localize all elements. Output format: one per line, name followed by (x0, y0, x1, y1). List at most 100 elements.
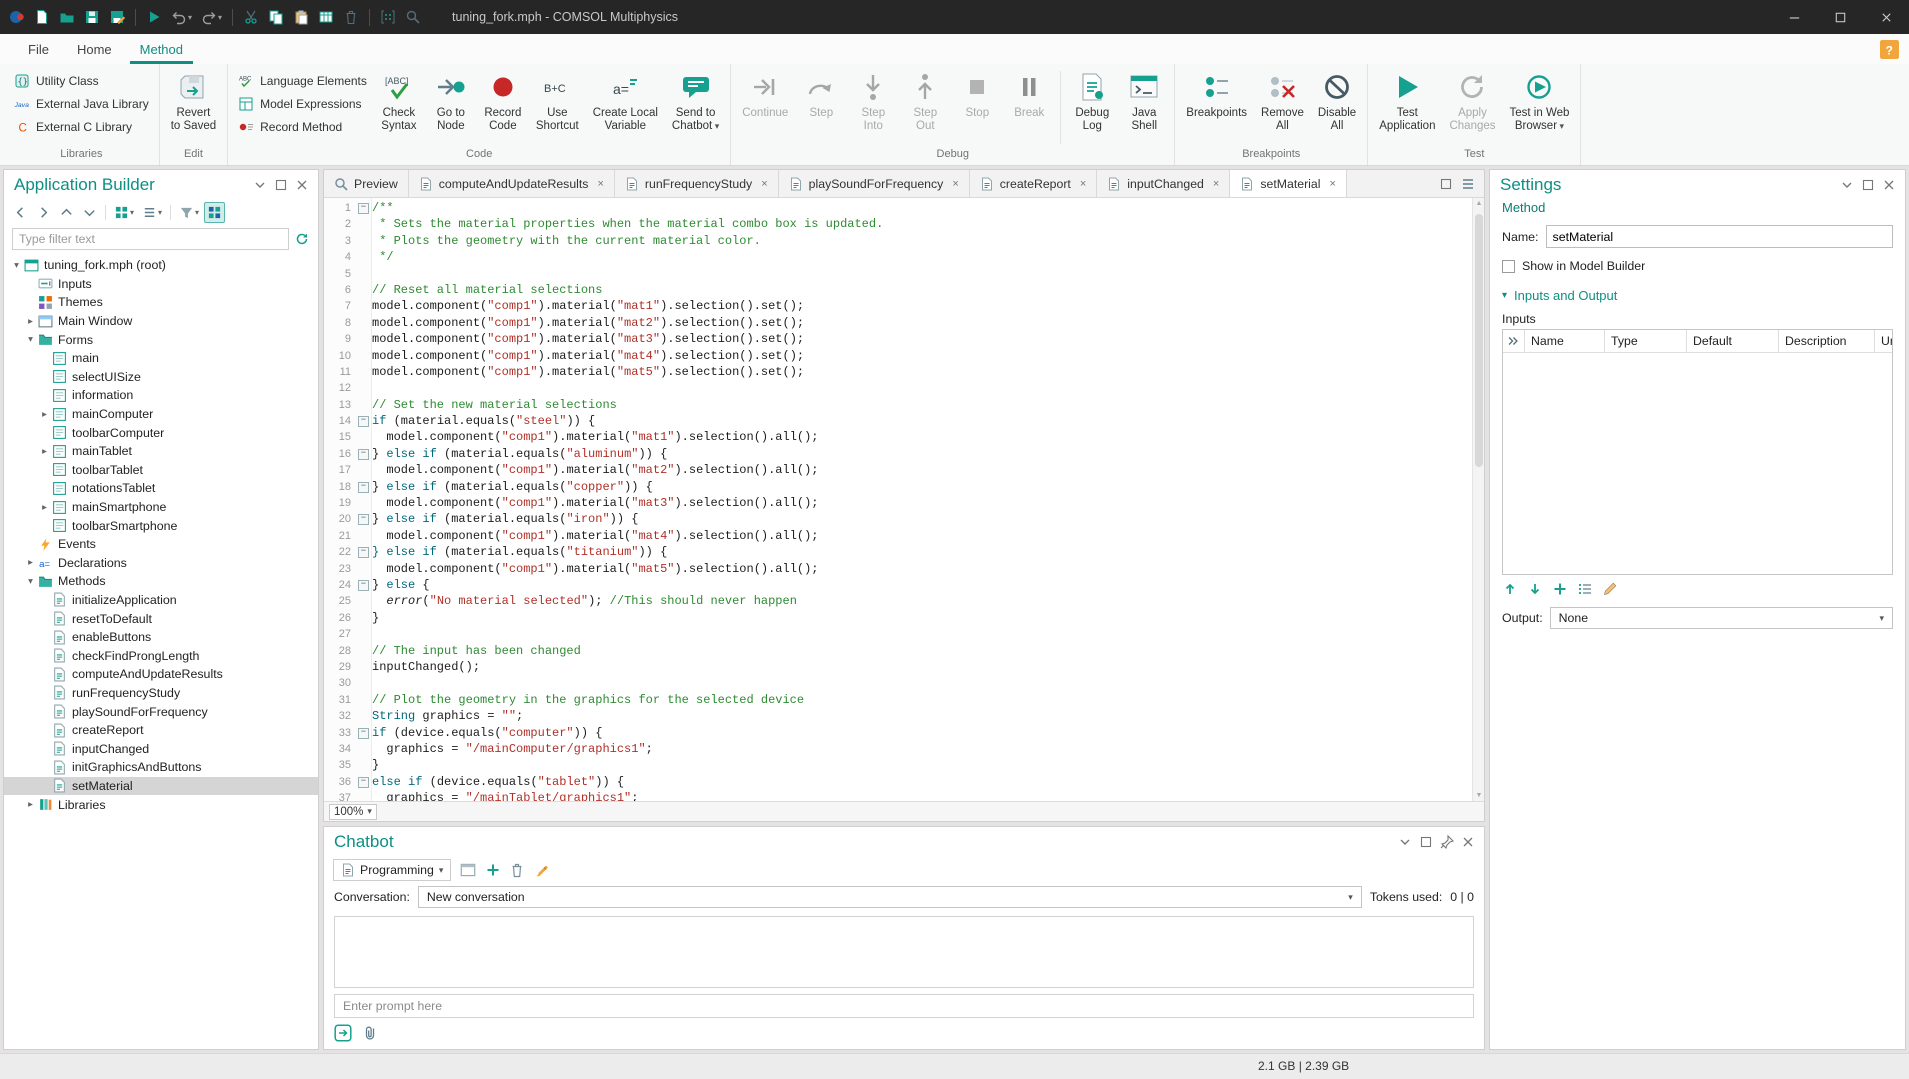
model-expressions-button[interactable]: Model Expressions (233, 92, 372, 115)
new-conversation-icon[interactable] (485, 862, 501, 878)
chatbot-mode-select[interactable]: Programming ▾ (333, 859, 451, 881)
step-into-button[interactable]: StepInto (848, 67, 898, 145)
tree-item-main[interactable]: main (4, 349, 318, 368)
delete-button[interactable] (340, 5, 362, 29)
java-shell-button[interactable]: JavaShell (1119, 67, 1169, 145)
help-button[interactable]: ? (1880, 40, 1899, 59)
expand-icon[interactable]: ▸ (38, 409, 51, 420)
external-java-library-button[interactable]: JavaExternal Java Library (9, 92, 154, 115)
comsol-logo-button[interactable] (6, 5, 28, 29)
tree-item-toolbarcomputer[interactable]: toolbarComputer (4, 423, 318, 442)
conversation-select[interactable]: New conversation ▾ (418, 886, 1362, 908)
scroll-down-icon[interactable]: ▼ (1473, 792, 1484, 799)
paste-button[interactable] (290, 5, 312, 29)
tab-home[interactable]: Home (63, 34, 126, 64)
tree-item-methods[interactable]: ▾Methods (4, 572, 318, 591)
expand-icon[interactable]: ▸ (38, 502, 51, 513)
panel-menu-icon[interactable] (252, 177, 268, 193)
collapse-icon[interactable]: ▾ (24, 334, 37, 345)
fold-toggle-icon[interactable] (355, 200, 372, 216)
code-editor[interactable]: 1/**2 * Sets the material properties whe… (324, 198, 1484, 801)
inputs-table-body[interactable] (1503, 353, 1892, 574)
tree-item-information[interactable]: information (4, 386, 318, 405)
collapse-icon[interactable]: ▾ (24, 576, 37, 587)
go-to-node-button[interactable]: Go toNode (426, 67, 476, 145)
tree-item-resettodefault[interactable]: resetToDefault (4, 609, 318, 628)
back-button[interactable] (10, 202, 31, 223)
fold-toggle-icon[interactable] (355, 774, 372, 790)
panel-close-icon[interactable] (1460, 834, 1476, 850)
panel-close-icon[interactable] (294, 177, 310, 193)
forward-button[interactable] (33, 202, 54, 223)
revert-to-saved-button[interactable]: Revertto Saved (165, 67, 222, 145)
list-view-button[interactable]: ▾ (139, 202, 165, 223)
panel-menu-icon[interactable] (1397, 834, 1413, 850)
tree-item-playsoundforfrequency[interactable]: playSoundForFrequency (4, 702, 318, 721)
editor-tab-computeandupdateresults[interactable]: computeAndUpdateResults× (409, 170, 615, 197)
panel-float-icon[interactable] (1418, 834, 1434, 850)
double-chevron-icon[interactable] (1506, 334, 1520, 348)
tree-item-declarations[interactable]: ▸a=Declarations (4, 554, 318, 573)
tree-item-runfrequencystudy[interactable]: runFrequencyStudy (4, 684, 318, 703)
editor-tab-playsoundforfrequency[interactable]: playSoundForFrequency× (779, 170, 970, 197)
inputs-output-section-header[interactable]: ▾ Inputs and Output (1490, 275, 1905, 305)
tree-item-toolbarsmartphone[interactable]: toolbarSmartphone (4, 516, 318, 535)
disable-all-button[interactable]: DisableAll (1312, 67, 1362, 145)
use-shortcut-button[interactable]: B+CUseShortcut (530, 67, 585, 145)
tree-item-tuning-fork-mph-root[interactable]: ▾tuning_fork.mph (root) (4, 256, 318, 275)
tree-item-checkfindpronglength[interactable]: checkFindProngLength (4, 646, 318, 665)
tree-item-maincomputer[interactable]: ▸mainComputer (4, 405, 318, 424)
record-method-button[interactable]: Record Method (233, 115, 372, 138)
view-menu-button[interactable]: ▾ (111, 202, 137, 223)
editor-tab-inputchanged[interactable]: inputChanged× (1097, 170, 1230, 197)
test-application-button[interactable]: TestApplication (1373, 67, 1441, 145)
collapse-icon[interactable]: ▾ (10, 260, 23, 271)
tree-item-createreport[interactable]: createReport (4, 721, 318, 740)
panel-pin-icon[interactable] (1439, 834, 1455, 850)
external-c-library-button[interactable]: CExternal C Library (9, 115, 154, 138)
expand-icon[interactable]: ▸ (24, 557, 37, 568)
tree-item-notationstablet[interactable]: notationsTablet (4, 479, 318, 498)
fold-toggle-icon[interactable] (355, 544, 372, 560)
send-to-chatbot-button[interactable]: Send toChatbot ▾ (666, 67, 725, 145)
fold-toggle-icon[interactable] (355, 577, 372, 593)
delete-conversation-icon[interactable] (509, 862, 525, 878)
tree-item-libraries[interactable]: ▸Libraries (4, 795, 318, 814)
zoom-select[interactable]: 100% ▾ (329, 804, 377, 820)
continue-button[interactable]: Continue (736, 67, 794, 145)
show-in-model-builder-checkbox[interactable] (1502, 260, 1515, 273)
remove-all-button[interactable]: RemoveAll (1255, 67, 1310, 145)
tree-item-setmaterial[interactable]: setMaterial (4, 777, 318, 796)
close-tab-icon[interactable]: × (1213, 178, 1219, 190)
close-tab-icon[interactable]: × (952, 178, 958, 190)
step-out-button[interactable]: StepOut (900, 67, 950, 145)
close-tab-icon[interactable]: × (761, 178, 767, 190)
output-select[interactable]: None ▾ (1550, 607, 1893, 629)
expand-icon[interactable]: ▸ (38, 446, 51, 457)
close-button[interactable] (1863, 0, 1909, 34)
language-elements-button[interactable]: ABCLanguage Elements (233, 69, 372, 92)
panel-float-icon[interactable] (1860, 177, 1876, 193)
tree-item-toolbartablet[interactable]: toolbarTablet (4, 461, 318, 480)
fold-toggle-icon[interactable] (355, 446, 372, 462)
conversation-window-icon[interactable] (459, 861, 477, 879)
fold-toggle-icon[interactable] (355, 725, 372, 741)
add-input-icon[interactable] (1552, 581, 1568, 597)
cut-button[interactable] (240, 5, 262, 29)
refresh-icon[interactable] (294, 231, 310, 247)
tree-item-maintablet[interactable]: ▸mainTablet (4, 442, 318, 461)
tree-item-initializeapplication[interactable]: initializeApplication (4, 591, 318, 610)
fold-toggle-icon[interactable] (355, 511, 372, 527)
utility-class-button[interactable]: {}Utility Class (9, 69, 154, 92)
scrollbar-thumb[interactable] (1475, 214, 1483, 467)
stop-button[interactable]: Stop (952, 67, 1002, 145)
move-up-button[interactable] (56, 202, 77, 223)
close-tab-icon[interactable]: × (597, 178, 603, 190)
open-file-button[interactable] (56, 5, 78, 29)
attach-file-icon[interactable] (362, 1025, 378, 1041)
tree-item-main-window[interactable]: ▸Main Window (4, 312, 318, 331)
code-scrollbar[interactable]: ▲ ▼ (1472, 198, 1484, 801)
scroll-up-icon[interactable]: ▲ (1473, 200, 1484, 207)
undo-button[interactable]: ▾ (168, 5, 195, 29)
expand-icon[interactable]: ▸ (24, 316, 37, 327)
